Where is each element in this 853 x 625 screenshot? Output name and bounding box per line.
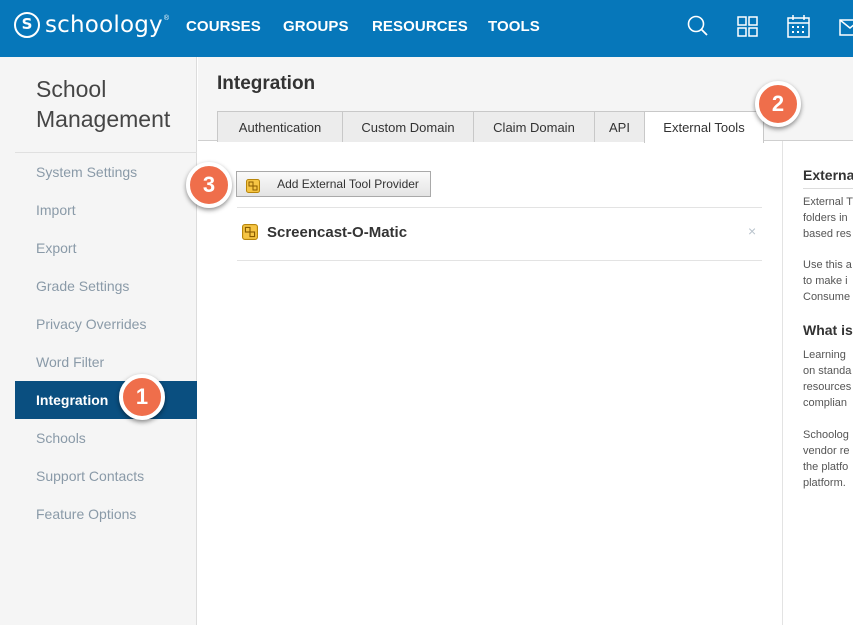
right-panel-divider (782, 141, 783, 625)
page-title: Integration (217, 73, 316, 94)
callout-badge-2: 2 (755, 81, 801, 127)
info-heading-external: Externa (803, 167, 853, 183)
info-paragraph-1: External Tfolders in based res (803, 196, 853, 240)
sidebar-item-system-settings[interactable]: System Settings (15, 153, 197, 191)
sidebar-item-integration[interactable]: Integration (15, 381, 197, 419)
sidebar-item-word-filter[interactable]: Word Filter (15, 343, 197, 381)
sidebar-item-feature-options[interactable]: Feature Options (15, 495, 197, 533)
callout-badge-1: 1 (119, 374, 165, 420)
external-tool-icon (242, 224, 258, 245)
external-tool-icon (246, 177, 260, 201)
callout-badge-3: 3 (186, 162, 232, 208)
top-navigation-bar: S schoology ® COURSES GROUPS RESOURCES T… (0, 0, 853, 57)
remove-tool-icon[interactable]: × (748, 223, 756, 239)
logo-text: schoology (45, 12, 163, 38)
sidebar-item-export[interactable]: Export (15, 229, 197, 267)
tab-external-tools[interactable]: External Tools (644, 111, 764, 143)
nav-courses[interactable]: COURSES (186, 18, 261, 35)
info-heading-underline (803, 188, 853, 189)
sidebar-item-import[interactable]: Import (15, 191, 197, 229)
sidebar-item-privacy-overrides[interactable]: Privacy Overrides (15, 305, 197, 343)
nav-resources[interactable]: RESOURCES (372, 18, 468, 35)
search-icon[interactable] (686, 14, 710, 45)
sidebar-item-grade-settings[interactable]: Grade Settings (15, 267, 197, 305)
nav-tools[interactable]: TOOLS (488, 18, 540, 35)
list-divider-bottom (237, 260, 762, 261)
add-button-label: Add External Tool Provider (277, 177, 419, 191)
nav-groups[interactable]: GROUPS (283, 18, 349, 35)
tool-item-screencast-o-matic[interactable]: Screencast-O-Matic (267, 224, 407, 241)
calendar-icon[interactable] (786, 14, 812, 45)
schoology-logo[interactable]: S schoology ® (14, 12, 169, 38)
mail-icon[interactable] (838, 14, 853, 45)
sidebar-title: School Management (36, 76, 171, 132)
sidebar-item-support-contacts[interactable]: Support Contacts (15, 457, 197, 495)
logo-trademark: ® (163, 14, 169, 22)
info-paragraph-3: Learning on standa resources complian (803, 349, 852, 409)
tab-claim-domain[interactable]: Claim Domain (473, 111, 595, 142)
apps-grid-icon[interactable] (736, 14, 760, 45)
info-paragraph-4: Schoolog vendor re the platfo platform. (803, 429, 850, 489)
add-external-tool-provider-button[interactable]: Add External Tool Provider (236, 171, 431, 197)
info-heading-what-is: What is (803, 322, 853, 338)
info-paragraph-2: Use this a to make i Consume (803, 259, 852, 303)
sidebar-item-schools[interactable]: Schools (15, 419, 197, 457)
tab-api[interactable]: API (594, 111, 645, 142)
logo-mark: S (14, 12, 40, 38)
list-divider-top (237, 207, 762, 208)
tab-custom-domain[interactable]: Custom Domain (342, 111, 474, 142)
tab-authentication[interactable]: Authentication (217, 111, 343, 142)
